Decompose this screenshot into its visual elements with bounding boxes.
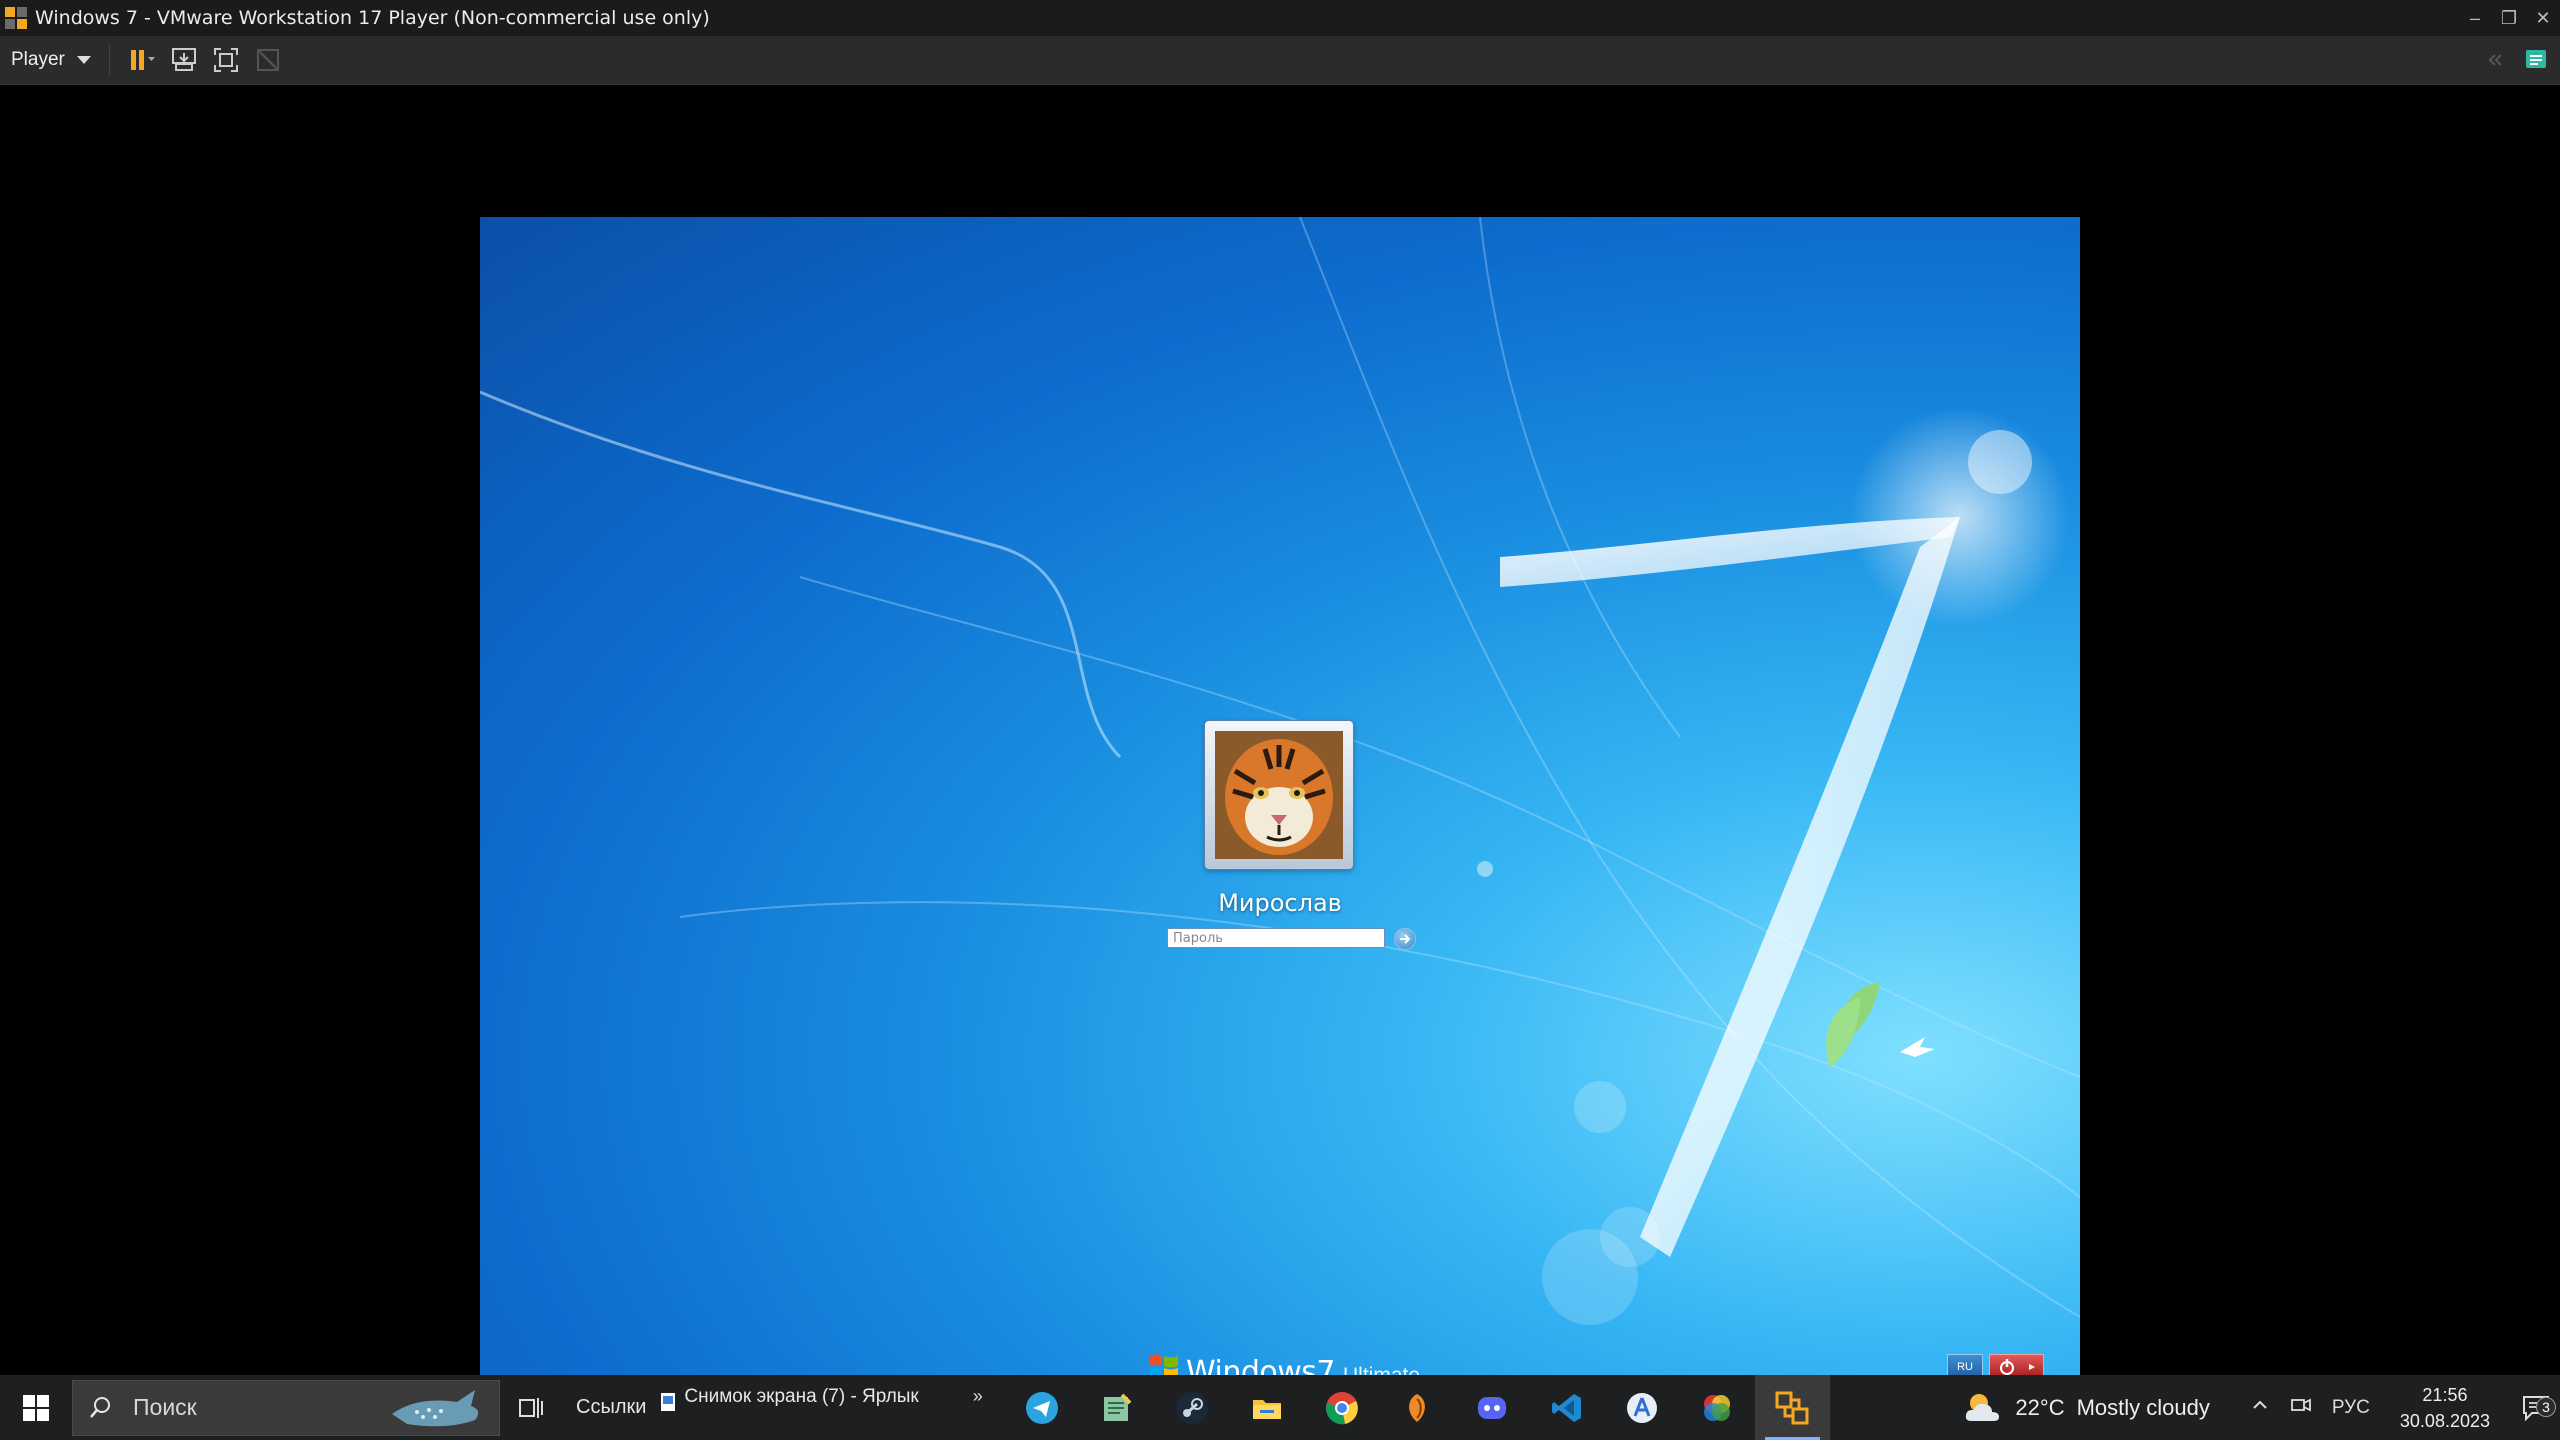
chevron-up-icon xyxy=(2253,1400,2267,1409)
show-hidden-icons-button[interactable] xyxy=(2250,1395,2270,1421)
full-screen-icon xyxy=(213,48,238,72)
steam-icon xyxy=(1176,1391,1209,1424)
discord-button[interactable] xyxy=(1455,1375,1530,1440)
partly-cloudy-icon xyxy=(1966,1393,2000,1421)
clock-time: 21:56 xyxy=(2422,1384,2468,1405)
telegram-icon xyxy=(1026,1391,1059,1424)
window-controls: – ❐ ✕ xyxy=(2458,0,2560,36)
chrome-icon xyxy=(1326,1391,1359,1424)
weather-condition: Mostly cloudy xyxy=(2076,1394,2210,1420)
window-title: Windows 7 - VMware Workstation 17 Player… xyxy=(35,7,710,29)
weather-temp: 22°C xyxy=(2015,1394,2065,1420)
whale-shark-search-highlight-icon xyxy=(392,1389,479,1426)
close-button[interactable]: ✕ xyxy=(2526,0,2560,36)
telegram-button[interactable] xyxy=(1005,1375,1080,1440)
vm-display-area: Мирослав Windows7 Ultimate RU xyxy=(0,85,2560,1417)
submit-arrow-button[interactable] xyxy=(1394,928,1416,950)
windows7-logon-screen[interactable]: Мирослав Windows7 Ultimate RU xyxy=(480,217,2080,1417)
search-label: Поиск xyxy=(133,1394,197,1420)
message-log-icon xyxy=(2526,50,2546,68)
chevron-down-icon xyxy=(76,56,91,64)
notification-count-badge: 3 xyxy=(2536,1396,2556,1417)
pause-icon xyxy=(130,50,155,70)
collapse-icon xyxy=(2488,54,2502,66)
vmware-app-icon xyxy=(5,7,27,29)
player-menu-label: Player xyxy=(11,49,65,70)
camera-tray-button[interactable] xyxy=(2290,1394,2312,1422)
pinned-apps xyxy=(1005,1375,1830,1440)
clock-date: 30.08.2023 xyxy=(2399,1410,2490,1431)
screenshot-shortcut-link[interactable]: Снимок экрана (7) - Ярлык xyxy=(660,1386,919,1412)
document-shortcut-icon xyxy=(661,1392,676,1411)
pause-button[interactable] xyxy=(124,42,160,78)
app-store-icon xyxy=(1627,1392,1658,1423)
full-screen-button[interactable] xyxy=(208,42,244,78)
chrome-button[interactable] xyxy=(1305,1375,1380,1440)
player-toolbar: Player xyxy=(0,36,2560,85)
notepad-icon xyxy=(1104,1393,1132,1421)
player-menu-button[interactable]: Player xyxy=(11,49,91,71)
arrow-right-icon xyxy=(1400,934,1411,944)
unity-icon xyxy=(256,49,279,71)
file-explorer-button[interactable] xyxy=(1230,1375,1305,1440)
taskbar-search-box[interactable]: Поиск xyxy=(72,1379,500,1436)
window-titlebar: Windows 7 - VMware Workstation 17 Player… xyxy=(0,0,2560,36)
system-tray: 22°C Mostly cloudy РУС 21:56 30.08.2023 … xyxy=(1961,1375,2560,1440)
weather-widget[interactable]: 22°C Mostly cloudy xyxy=(1961,1389,2210,1427)
color-app-icon xyxy=(1704,1394,1731,1421)
send-ctrl-alt-del-icon xyxy=(171,48,196,71)
unity-button[interactable] xyxy=(250,42,286,78)
collapse-toolbar-button[interactable] xyxy=(2476,42,2512,78)
video-camera-icon xyxy=(2290,1398,2311,1411)
vscode-icon xyxy=(1552,1393,1582,1422)
links-overflow-button[interactable]: » xyxy=(973,1386,983,1407)
steam-button[interactable] xyxy=(1155,1375,1230,1440)
send-ctrl-alt-del-button[interactable] xyxy=(166,42,202,78)
links-toolbar-label[interactable]: Ссылки xyxy=(576,1396,646,1419)
start-button[interactable] xyxy=(0,1375,72,1440)
notepad-button[interactable] xyxy=(1080,1375,1155,1440)
toolbar-right xyxy=(2476,36,2560,84)
shortcut-label: Снимок экрана (7) - Ярлык xyxy=(684,1385,919,1407)
message-log-button[interactable] xyxy=(2518,42,2554,78)
task-view-icon xyxy=(519,1397,543,1418)
user-name: Мирослав xyxy=(1218,889,1342,917)
vscode-button[interactable] xyxy=(1530,1375,1605,1440)
input-language-indicator[interactable]: РУС xyxy=(2332,1397,2370,1419)
windows-start-icon xyxy=(23,1394,49,1421)
file-explorer-icon xyxy=(1253,1399,1282,1419)
notification-center-button[interactable]: 3 xyxy=(2512,1393,2560,1423)
toolbar-divider xyxy=(108,45,110,75)
fl-studio-button[interactable] xyxy=(1380,1375,1455,1440)
password-input[interactable] xyxy=(1167,928,1385,948)
app-store-button[interactable] xyxy=(1605,1375,1680,1440)
task-view-button[interactable] xyxy=(500,1395,562,1421)
clock[interactable]: 21:56 30.08.2023 xyxy=(2400,1382,2490,1434)
search-icon xyxy=(90,1396,110,1418)
vmware-taskbar-button[interactable] xyxy=(1754,1375,1830,1440)
restore-button[interactable]: ❐ xyxy=(2492,0,2526,36)
vmware-icon xyxy=(1775,1391,1809,1424)
fl-studio-icon xyxy=(1409,1393,1426,1422)
discord-icon xyxy=(1478,1396,1507,1419)
tiger-picture xyxy=(1215,731,1343,859)
color-app-button[interactable] xyxy=(1680,1375,1755,1440)
user-avatar xyxy=(1215,731,1343,859)
user-tile[interactable] xyxy=(1205,721,1353,869)
host-taskbar: Поиск Ссылки Снимок экрана (7) - Ярлык » xyxy=(0,1375,2560,1440)
minimize-button[interactable]: – xyxy=(2458,0,2492,36)
